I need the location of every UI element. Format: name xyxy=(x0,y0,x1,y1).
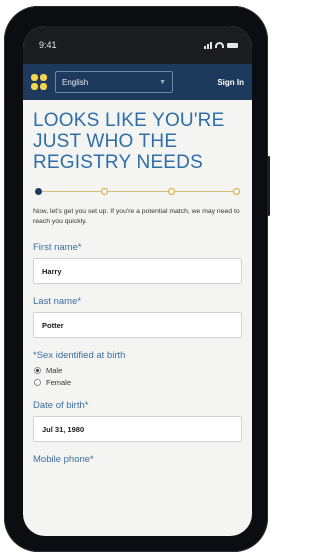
radio-male[interactable] xyxy=(34,367,41,374)
dob-value: Jul 31, 1980 xyxy=(42,424,85,434)
phone-frame: 9:41 English ▼ Sign In LOOKS LIKE YOU'RE… xyxy=(4,6,270,552)
page-heading: LOOKS LIKE YOU'RE JUST WHO THE REGISTRY … xyxy=(33,110,225,173)
progress-step-4 xyxy=(233,188,240,195)
radio-female-label: Female xyxy=(46,378,72,387)
wifi-icon xyxy=(215,42,224,48)
last-name-field[interactable]: Potter xyxy=(33,312,242,338)
registry-logo-icon[interactable] xyxy=(31,74,47,90)
first-name-field[interactable]: Harry xyxy=(33,258,242,284)
mobile-phone-label: Mobile phone* xyxy=(33,454,94,465)
sex-radio-group: Male Female xyxy=(33,366,242,387)
last-name-label: Last name* xyxy=(33,296,82,307)
phone-screen: 9:41 English ▼ Sign In LOOKS LIKE YOU'RE… xyxy=(23,26,252,536)
dob-field[interactable]: Jul 31, 1980 xyxy=(33,416,242,442)
last-name-value: Potter xyxy=(42,320,64,330)
progress-step-2 xyxy=(101,188,109,195)
app-header: English ▼ Sign In xyxy=(23,64,252,100)
chevron-down-icon: ▼ xyxy=(159,78,166,86)
status-bar: 9:41 xyxy=(23,26,252,64)
dob-label: Date of birth* xyxy=(33,400,89,411)
sex-option-male[interactable]: Male xyxy=(34,366,242,375)
progress-step-3 xyxy=(167,188,175,195)
progress-step-1 xyxy=(35,188,42,195)
first-name-label: First name* xyxy=(33,242,82,253)
phone-side-button xyxy=(267,156,270,216)
first-name-value: Harry xyxy=(42,266,62,276)
status-icons xyxy=(204,41,238,49)
sex-label: *Sex identified at birth xyxy=(33,350,126,361)
progress-line xyxy=(39,191,236,192)
radio-female[interactable] xyxy=(34,379,41,386)
language-select[interactable]: English ▼ xyxy=(55,71,173,93)
signal-icon xyxy=(204,41,212,49)
sign-in-link[interactable]: Sign In xyxy=(217,78,244,87)
sex-option-female[interactable]: Female xyxy=(34,378,242,387)
intro-text: Now, let's get you set up. If you're a p… xyxy=(33,208,240,225)
radio-male-label: Male xyxy=(46,366,63,375)
progress-stepper xyxy=(35,187,240,197)
language-value: English xyxy=(62,77,89,87)
main-content: LOOKS LIKE YOU'RE JUST WHO THE REGISTRY … xyxy=(23,100,252,465)
status-time: 9:41 xyxy=(39,40,57,50)
battery-icon xyxy=(227,42,238,48)
